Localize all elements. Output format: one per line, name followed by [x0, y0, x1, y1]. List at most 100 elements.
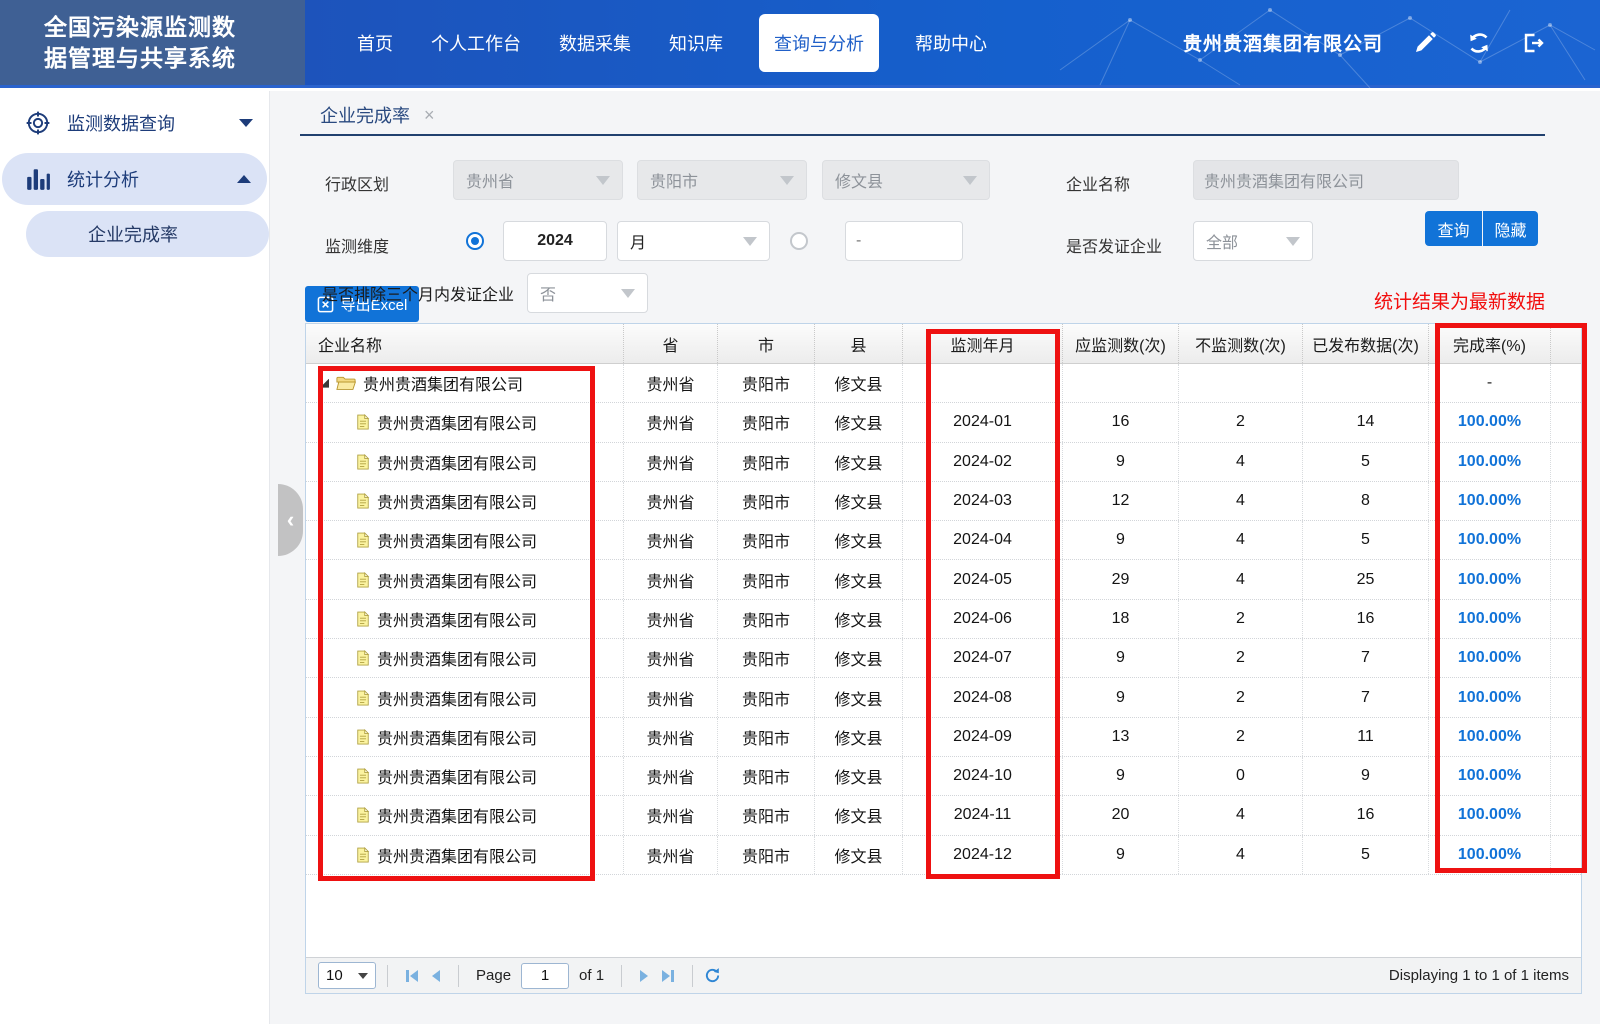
certified-select[interactable]: 全部: [1193, 221, 1313, 261]
month-dimension-radio[interactable]: [466, 232, 484, 250]
column-header-1[interactable]: 省: [624, 324, 718, 363]
logout-icon[interactable]: [1521, 31, 1545, 55]
hide-button[interactable]: 隐藏: [1483, 211, 1538, 246]
cell-filler: [1551, 560, 1581, 598]
province-select[interactable]: 贵州省: [453, 160, 623, 200]
table-row[interactable]: 贵州贵酒集团有限公司贵州省贵阳市修文县2024-12945100.00%: [306, 836, 1581, 875]
sidebar-item-monitor-data-query[interactable]: 监测数据查询: [0, 97, 269, 149]
reload-grid-icon[interactable]: [704, 967, 721, 984]
column-header-4[interactable]: 监测年月: [903, 324, 1063, 363]
cell-county: 修文县: [815, 403, 903, 441]
cell-name: 贵州贵酒集团有限公司: [306, 796, 624, 834]
document-icon: [356, 611, 370, 627]
cell-province: 贵州省: [624, 836, 718, 874]
sidebar-collapse-handle[interactable]: ‹: [278, 484, 303, 556]
prev-page-button[interactable]: [425, 970, 447, 982]
cell-filler: [1551, 718, 1581, 756]
nav-item-0[interactable]: 首页: [355, 20, 395, 66]
exclude-select[interactable]: 否: [527, 273, 648, 313]
nav-item-4[interactable]: 查询与分析: [759, 14, 879, 72]
table-row[interactable]: 贵州贵酒集团有限公司贵州省贵阳市修文县2024-0618216100.00%: [306, 600, 1581, 639]
city-select[interactable]: 贵阳市: [637, 160, 807, 200]
cell-name: 贵州贵酒集团有限公司: [306, 600, 624, 638]
page-size-select[interactable]: 10: [318, 962, 376, 989]
table-row[interactable]: 贵州贵酒集团有限公司贵州省贵阳市修文县2024-02945100.00%: [306, 443, 1581, 482]
divider: [692, 965, 693, 987]
last-page-button[interactable]: [655, 970, 681, 982]
company-input[interactable]: [1193, 160, 1459, 200]
table-row[interactable]: 贵州贵酒集团有限公司贵州省贵阳市修文县2024-07927100.00%: [306, 639, 1581, 678]
sidebar-subitem-label: 企业完成率: [88, 221, 178, 247]
cell-filler: [1551, 443, 1581, 481]
document-icon: [356, 847, 370, 863]
year-input[interactable]: [503, 221, 607, 261]
range-input[interactable]: [845, 221, 963, 261]
next-page-button[interactable]: [633, 970, 655, 982]
table-row[interactable]: 贵州贵酒集团有限公司贵州省贵阳市修文县2024-08927100.00%: [306, 678, 1581, 717]
column-header-3[interactable]: 县: [815, 324, 903, 363]
chevron-down-icon: [621, 289, 635, 298]
page-number-input[interactable]: [521, 963, 569, 989]
unit-select[interactable]: 月: [617, 221, 770, 261]
column-header-2[interactable]: 市: [718, 324, 815, 363]
tree-expand-icon[interactable]: [320, 379, 329, 388]
cell-published: 25: [1303, 560, 1429, 598]
sidebar: 监测数据查询 统计分析 企业完成率: [0, 91, 270, 1024]
first-page-button[interactable]: [399, 970, 425, 982]
table-row[interactable]: 贵州贵酒集团有限公司贵州省贵阳市修文县2024-0913211100.00%: [306, 718, 1581, 757]
tab-close-icon[interactable]: ×: [424, 106, 435, 124]
table-row[interactable]: 贵州贵酒集团有限公司贵州省贵阳市修文县2024-10909100.00%: [306, 757, 1581, 796]
nav-item-5[interactable]: 帮助中心: [913, 20, 989, 66]
company-name-text: 贵州贵酒集团有限公司: [377, 803, 537, 827]
query-button[interactable]: 查询: [1425, 211, 1482, 246]
nav-item-3[interactable]: 知识库: [667, 20, 725, 66]
cell-filler: [1551, 757, 1581, 795]
cell-rate: 100.00%: [1429, 560, 1551, 598]
annotation-latest-data: 统计结果为最新数据: [1374, 287, 1545, 314]
sidebar-subitem-completion-rate[interactable]: 企业完成率: [26, 211, 269, 257]
cell-name: 贵州贵酒集团有限公司: [306, 403, 624, 441]
table-row[interactable]: 贵州贵酒集团有限公司贵州省贵阳市修文县2024-04945100.00%: [306, 521, 1581, 560]
cell-not_monitored: 2: [1179, 639, 1303, 677]
tab-completion-rate[interactable]: 企业完成率 ×: [320, 102, 435, 128]
cell-city: 贵阳市: [718, 443, 815, 481]
table-row[interactable]: 贵州贵酒集团有限公司贵州省贵阳市修文县2024-0116214100.00%: [306, 403, 1581, 442]
cell-not_monitored: 2: [1179, 403, 1303, 441]
cell-county: 修文县: [815, 678, 903, 716]
cell-rate: 100.00%: [1429, 678, 1551, 716]
refresh-icon[interactable]: [1467, 31, 1491, 55]
nav-item-2[interactable]: 数据采集: [557, 20, 633, 66]
column-header-0[interactable]: 企业名称: [306, 324, 624, 363]
sidebar-item-statistics[interactable]: 统计分析: [2, 153, 267, 205]
target-icon: [25, 110, 51, 136]
document-icon: [356, 690, 370, 706]
cell-province: 贵州省: [624, 560, 718, 598]
county-select[interactable]: 修文县: [822, 160, 990, 200]
document-icon: [356, 768, 370, 784]
column-header-8[interactable]: 完成率(%): [1429, 324, 1551, 363]
nav-item-1[interactable]: 个人工作台: [429, 20, 523, 66]
cell-published: 5: [1303, 836, 1429, 874]
column-header-6[interactable]: 不监测数(次): [1179, 324, 1303, 363]
cell-published: 7: [1303, 639, 1429, 677]
document-icon: [356, 532, 370, 548]
range-dimension-radio[interactable]: [790, 232, 808, 250]
table-row-parent[interactable]: 贵州贵酒集团有限公司贵州省贵阳市修文县-: [306, 364, 1581, 403]
cell-province: 贵州省: [624, 364, 718, 402]
column-header-7[interactable]: 已发布数据(次): [1303, 324, 1429, 363]
cell-published: 5: [1303, 521, 1429, 559]
table-row[interactable]: 贵州贵酒集团有限公司贵州省贵阳市修文县2024-031248100.00%: [306, 482, 1581, 521]
cell-county: 修文县: [815, 836, 903, 874]
cell-county: 修文县: [815, 757, 903, 795]
cell-filler: [1551, 796, 1581, 834]
table-row[interactable]: 贵州贵酒集团有限公司贵州省贵阳市修文县2024-1120416100.00%: [306, 796, 1581, 835]
cell-published: 5: [1303, 443, 1429, 481]
document-icon: [356, 572, 370, 588]
grid-body: 贵州贵酒集团有限公司贵州省贵阳市修文县-贵州贵酒集团有限公司贵州省贵阳市修文县2…: [306, 364, 1581, 875]
column-header-5[interactable]: 应监测数(次): [1063, 324, 1179, 363]
table-row[interactable]: 贵州贵酒集团有限公司贵州省贵阳市修文县2024-0529425100.00%: [306, 560, 1581, 599]
cell-published: 14: [1303, 403, 1429, 441]
company-label: 企业名称: [1066, 171, 1130, 195]
edit-pencil-icon[interactable]: [1413, 31, 1437, 55]
cell-county: 修文县: [815, 482, 903, 520]
